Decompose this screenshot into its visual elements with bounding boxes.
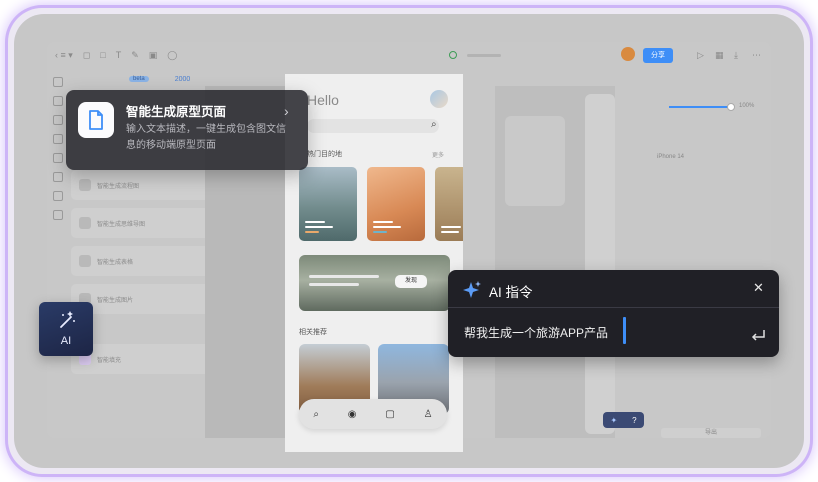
- sparkle-icon[interactable]: ✦: [610, 416, 617, 425]
- destination-card[interactable]: [367, 167, 425, 241]
- section-hot-title: 热门目的地: [307, 151, 342, 158]
- generate-prototype-card[interactable]: 智能生成原型页面 输入文本描述，一键生成包含图文信息的移动端原型页面 ›: [66, 90, 308, 170]
- shape-tool-icon[interactable]: □: [100, 50, 105, 60]
- enter-icon[interactable]: [750, 329, 766, 343]
- sync-status-icon: [449, 51, 458, 59]
- ghost-frame: [585, 94, 615, 434]
- panel-item-flowchart[interactable]: 智能生成流程图: [71, 170, 215, 200]
- phone-prototype: Hello ⌕ 热门目的地 更多 发现 相关推荐 ⌕ ◉ ▢ ♙: [285, 74, 463, 452]
- discover-button[interactable]: 发现: [395, 275, 427, 288]
- layers-icon[interactable]: [53, 77, 63, 87]
- ai-panel-header: AI 指令 ✕: [448, 270, 779, 308]
- search-bar[interactable]: [307, 119, 439, 133]
- search-icon[interactable]: ⌕: [431, 119, 443, 131]
- location-icon[interactable]: ◉: [348, 409, 357, 420]
- play-icon[interactable]: ▷: [697, 50, 704, 61]
- file-name-placeholder[interactable]: [467, 53, 502, 57]
- user-icon[interactable]: ♙: [424, 409, 433, 420]
- discover-banner[interactable]: 发现: [299, 255, 450, 311]
- links-icon[interactable]: [53, 172, 63, 182]
- zoom-slider-knob[interactable]: [727, 103, 735, 111]
- zoom-percent: 100%: [739, 103, 755, 109]
- user-avatar[interactable]: [621, 47, 635, 61]
- layout-icon[interactable]: ▦: [715, 50, 724, 61]
- greeting-text: Hello: [307, 92, 339, 108]
- back-icon[interactable]: ‹ ≡ ▾: [55, 50, 73, 61]
- ai-command-input[interactable]: 帮我生成一个旅游APP产品: [464, 324, 608, 341]
- destination-card[interactable]: [435, 167, 463, 241]
- card-description: 输入文本描述，一键生成包含图文信息的移动端原型页面: [126, 124, 286, 151]
- help-icon[interactable]: ?: [632, 416, 636, 425]
- properties-panel: 100% iPhone 14 导出: [657, 76, 767, 438]
- export-button[interactable]: 导出: [661, 428, 761, 438]
- assets-icon[interactable]: [53, 115, 63, 125]
- share-button[interactable]: 分享: [643, 48, 673, 63]
- materials-icon[interactable]: [53, 134, 63, 144]
- table-icon: [79, 255, 91, 267]
- ghost-frame: [505, 116, 565, 206]
- section-related-title: 相关推荐: [299, 329, 327, 336]
- panel-header: beta 2000: [71, 72, 221, 86]
- frame-tool-icon[interactable]: ◻: [83, 50, 90, 61]
- plugins-icon[interactable]: [53, 210, 63, 220]
- pen-tool-icon[interactable]: ✎: [131, 50, 139, 61]
- text-tool-icon[interactable]: T: [116, 50, 122, 60]
- device-select[interactable]: iPhone 14: [657, 154, 684, 160]
- bottom-tabbar: ⌕ ◉ ▢ ♙: [299, 399, 447, 429]
- card-title: 智能生成原型页面: [126, 105, 227, 119]
- chevron-right-icon: ›: [284, 103, 289, 119]
- templates-icon[interactable]: [53, 191, 63, 201]
- close-icon[interactable]: ✕: [753, 280, 764, 296]
- comment-tool-icon[interactable]: ◯: [167, 50, 177, 61]
- image-tool-icon[interactable]: ▣: [149, 50, 158, 61]
- beta-badge: beta: [129, 76, 149, 82]
- destination-card[interactable]: [299, 167, 357, 241]
- docs-icon[interactable]: [53, 153, 63, 163]
- ai-button-label: AI: [60, 335, 72, 347]
- credits-counter: 2000: [174, 75, 191, 83]
- profile-avatar[interactable]: [430, 90, 448, 108]
- components-icon[interactable]: [53, 96, 63, 106]
- device-frame: ‹ ≡ ▾ ◻ □ T ✎ ▣ ◯ 分享 ▷ ▦ ⤓ ⋯ beta 2000 智…: [14, 14, 804, 468]
- sparkle-icon: [463, 281, 481, 298]
- download-icon[interactable]: ⤓: [734, 50, 738, 61]
- ai-command-panel: AI 指令 ✕ 帮我生成一个旅游APP产品: [448, 270, 779, 357]
- mindmap-icon: [79, 217, 91, 229]
- canvas-right-frames: [495, 86, 615, 438]
- text-caret: [623, 317, 626, 344]
- document-icon: [78, 102, 114, 138]
- search-icon[interactable]: ⌕: [313, 409, 319, 420]
- more-link[interactable]: 更多: [432, 150, 444, 159]
- panel-item-table[interactable]: 智能生成表格: [71, 246, 215, 276]
- flowchart-icon: [79, 179, 91, 191]
- bag-icon[interactable]: ▢: [385, 409, 394, 420]
- ai-assistant-button[interactable]: AI: [39, 302, 93, 356]
- more-icon[interactable]: ⋯: [752, 50, 761, 61]
- ai-panel-title: AI 指令: [489, 285, 533, 300]
- ai-help-pill: ✦ ?: [603, 412, 644, 428]
- magic-wand-icon: [60, 311, 75, 328]
- zoom-slider-track[interactable]: [669, 106, 731, 108]
- panel-item-mindmap[interactable]: 智能生成思维导图: [71, 208, 215, 238]
